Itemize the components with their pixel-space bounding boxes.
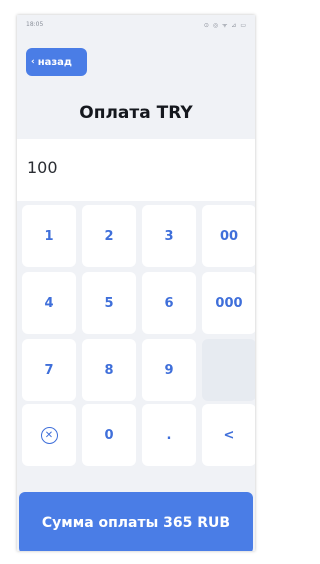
key-label: 3 <box>164 228 174 244</box>
amount-value: 100 <box>27 158 58 177</box>
key-label: 1 <box>44 228 54 244</box>
key-label: < <box>223 427 235 443</box>
key-label: . <box>166 427 172 443</box>
key-label: 7 <box>44 362 54 378</box>
key-label: 5 <box>104 295 114 311</box>
key-label: 0 <box>104 427 114 443</box>
key-9[interactable]: 9 <box>142 339 196 401</box>
key-label: 000 <box>215 295 243 311</box>
key-label: 4 <box>44 295 54 311</box>
key-6[interactable]: 6 <box>142 272 196 334</box>
key-label: 6 <box>164 295 174 311</box>
key-label: 2 <box>104 228 114 244</box>
submit-label: Сумма оплаты 365 RUB <box>41 515 231 531</box>
amount-display: 100 <box>17 139 255 201</box>
key-4[interactable]: 4 <box>22 272 76 334</box>
back-button[interactable]: ‹ назад <box>26 48 87 76</box>
key-8[interactable]: 8 <box>82 339 136 401</box>
key-label: 8 <box>104 362 114 378</box>
key-decimal[interactable]: . <box>142 404 196 466</box>
key-5[interactable]: 5 <box>82 272 136 334</box>
backspace-key[interactable]: < <box>202 404 255 466</box>
page-title: Оплата TRY <box>79 103 193 123</box>
key-label: 9 <box>164 362 174 378</box>
key-2[interactable]: 2 <box>82 205 136 267</box>
key-1[interactable]: 1 <box>22 205 76 267</box>
key-000[interactable]: 000 <box>202 272 255 334</box>
key-3[interactable]: 3 <box>142 205 196 267</box>
submit-payment-button[interactable]: Сумма оплаты 365 RUB <box>19 492 253 551</box>
clear-key[interactable]: ✕ <box>22 404 76 466</box>
status-icons: ⊙ ◎ ᯤ ⊿ ▭ <box>203 22 247 29</box>
key-label: 00 <box>219 228 239 244</box>
key-0[interactable]: 0 <box>82 404 136 466</box>
status-bar: 18:05 ⊙ ◎ ᯤ ⊿ ▭ <box>17 15 255 45</box>
key-7[interactable]: 7 <box>22 339 76 401</box>
numeric-keypad: 1 2 3 00 4 5 6 000 7 8 9 ✕ 0. < <box>20 205 255 467</box>
back-label: назад <box>37 56 73 68</box>
key-00[interactable]: 00 <box>202 205 255 267</box>
key-empty <box>202 339 255 401</box>
phone-screen: 18:05 ⊙ ◎ ᯤ ⊿ ▭ ‹ назад Оплата TRY 100 1… <box>17 15 255 551</box>
chevron-left-icon: ‹ <box>31 57 35 67</box>
clear-circle-icon: ✕ <box>40 426 58 444</box>
status-time: 18:05 <box>26 21 44 28</box>
